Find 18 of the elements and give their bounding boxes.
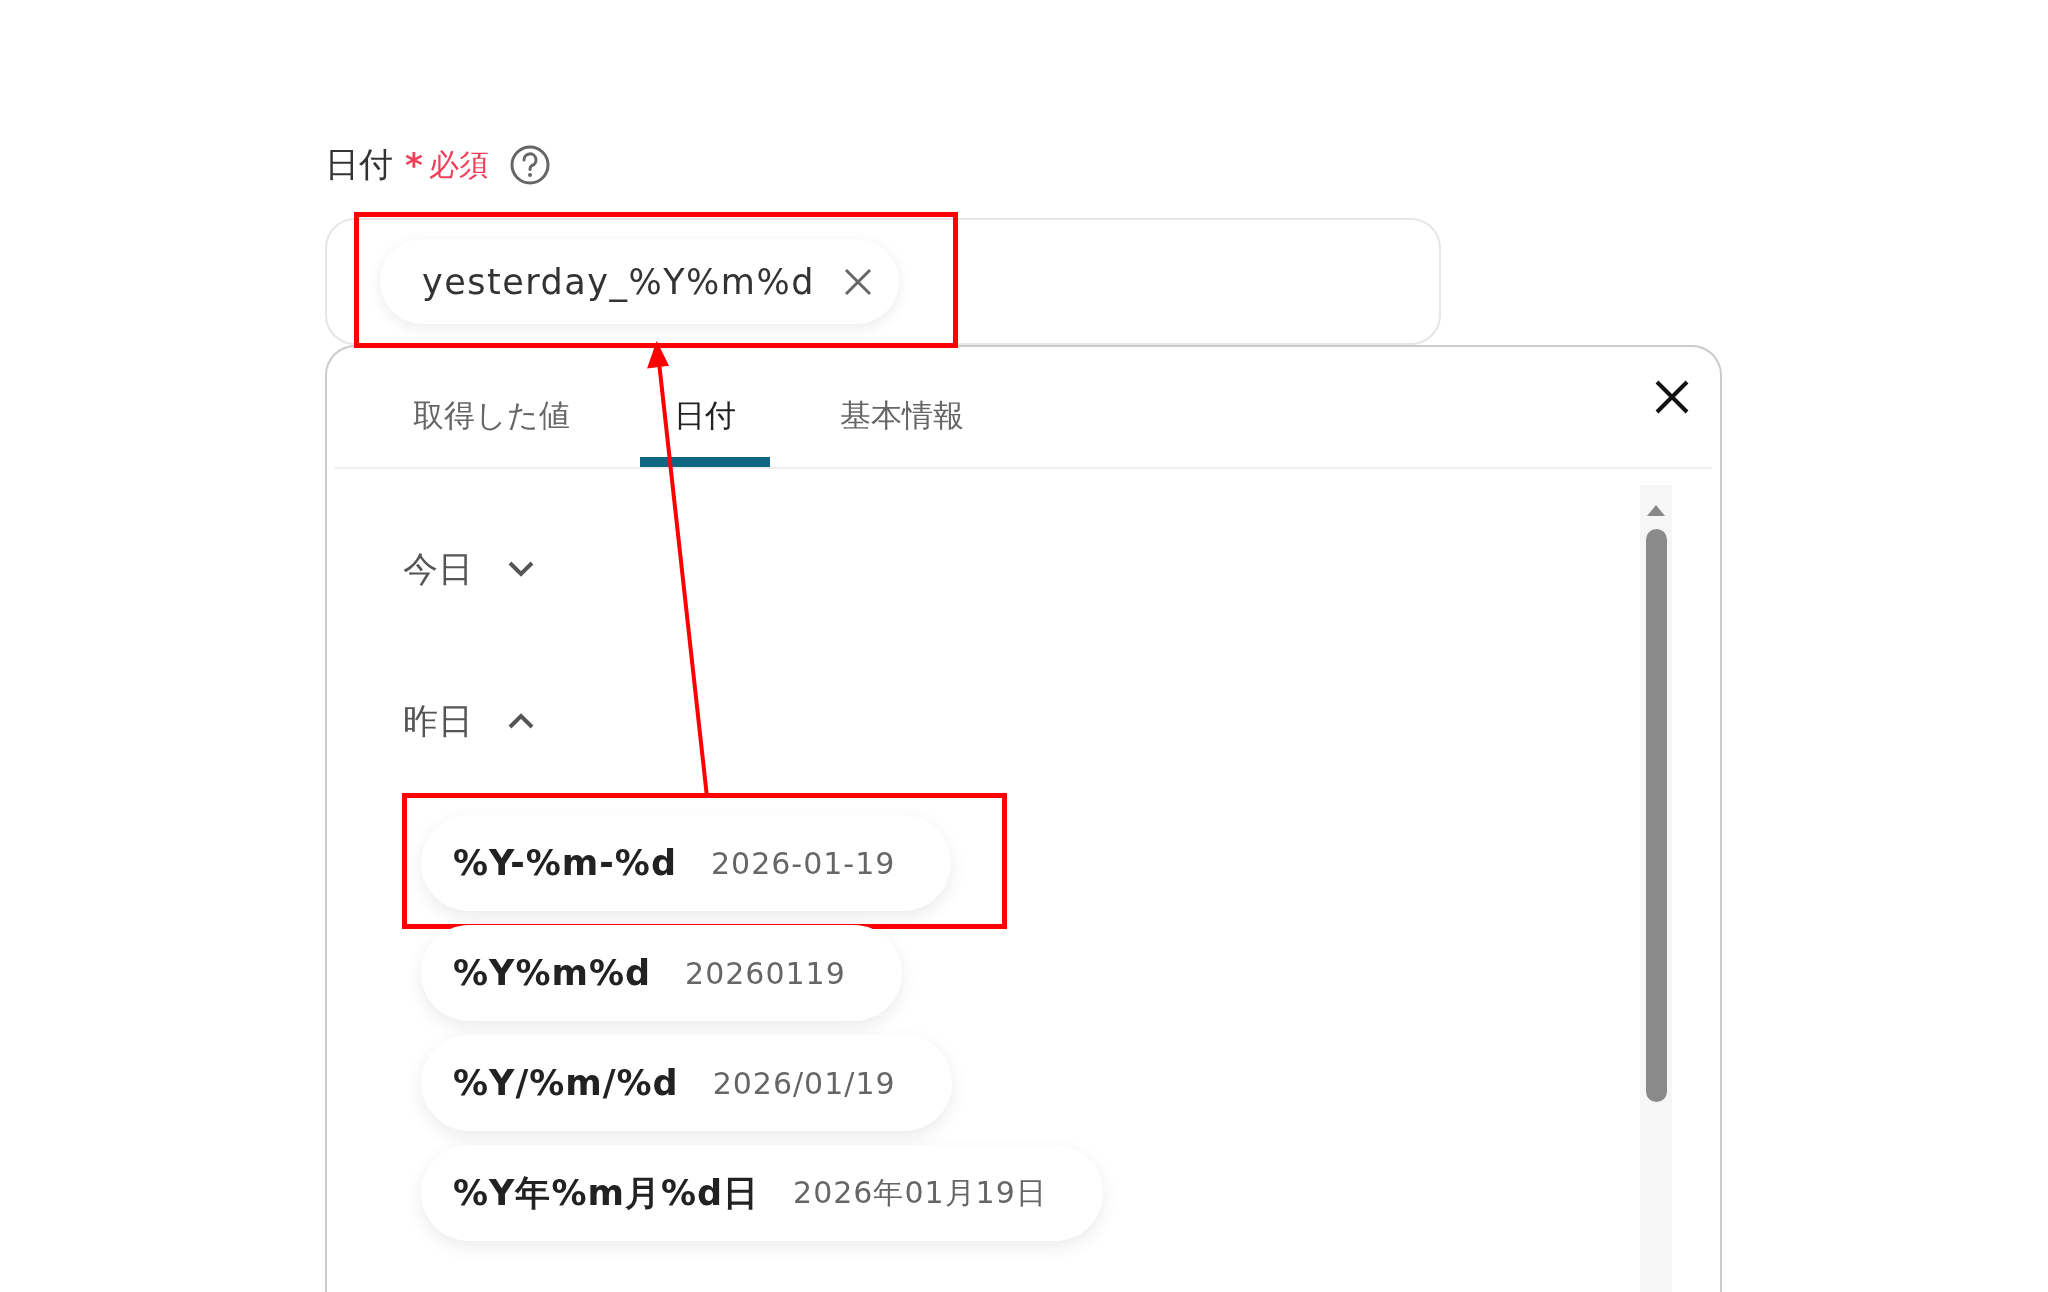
scrollbar-thumb[interactable] — [1645, 529, 1667, 1102]
scrollbar[interactable] — [1640, 485, 1672, 1292]
format-option[interactable]: %Y/%m/%d 2026/01/19 — [421, 1035, 952, 1131]
value-chip[interactable]: yesterday_%Y%m%d — [380, 239, 899, 324]
format-option[interactable]: %Y-%m-%d 2026-01-19 — [421, 815, 952, 911]
close-icon[interactable] — [1654, 379, 1690, 415]
format-option[interactable]: %Y%m%d 20260119 — [421, 925, 902, 1021]
field-label: 日付 — [325, 143, 393, 186]
section-header[interactable]: 昨日 — [403, 691, 535, 751]
format-option[interactable]: %Y年%m月%d日 2026年01月19日 — [421, 1145, 1103, 1241]
required-text: 必須 — [428, 145, 489, 184]
help-icon[interactable] — [508, 144, 551, 186]
required-mark: * — [405, 145, 423, 185]
scroll-up-icon[interactable] — [1646, 503, 1666, 517]
tab[interactable]: 取得した値 — [379, 395, 604, 467]
section-header[interactable]: 今日 — [403, 539, 535, 599]
tab[interactable]: 基本情報 — [806, 395, 998, 467]
input-field[interactable]: yesterday_%Y%m%d — [325, 218, 1441, 345]
